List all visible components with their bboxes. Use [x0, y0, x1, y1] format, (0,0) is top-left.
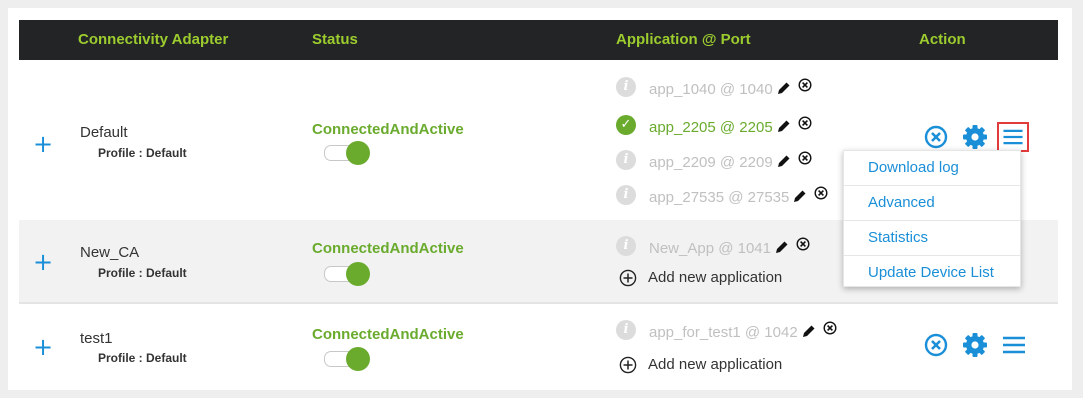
info-icon: i — [616, 77, 636, 97]
header-connectivity-adapter: Connectivity Adapter — [78, 31, 229, 48]
pencil-icon[interactable] — [775, 240, 789, 254]
row-actions — [924, 122, 1034, 153]
adapter-name: Default — [80, 124, 128, 141]
adapter-profile: Profile : Default — [98, 351, 187, 365]
pencil-icon[interactable] — [802, 324, 816, 338]
menu-item-advanced[interactable]: Advanced — [844, 186, 1020, 221]
status-toggle[interactable] — [324, 262, 372, 286]
application-label: app_27535 @ 27535 — [649, 189, 790, 206]
table-header: Connectivity Adapter Status Application … — [19, 20, 1058, 60]
adapter-name: New_CA — [80, 244, 140, 261]
status-toggle[interactable] — [324, 141, 372, 165]
application-label: app_1040 @ 1040 — [649, 81, 773, 98]
status-text: ConnectedAndActive — [312, 121, 464, 138]
header-action: Action — [919, 31, 966, 48]
hamburger-menu-icon[interactable] — [997, 122, 1029, 152]
add-circle-icon — [619, 269, 637, 287]
cancel-circle-icon[interactable] — [924, 125, 948, 149]
add-circle-icon — [619, 356, 637, 374]
check-circle-icon: ✓ — [616, 115, 636, 135]
info-icon: i — [616, 185, 636, 205]
cancel-circle-icon[interactable] — [924, 333, 948, 357]
gear-icon[interactable] — [962, 332, 988, 358]
table-row: + test1 Profile : Default ConnectedAndAc… — [19, 302, 1058, 390]
info-icon: i — [616, 320, 636, 340]
remove-circle-icon[interactable] — [798, 78, 812, 92]
row-actions — [924, 331, 1034, 361]
expand-row-plus-icon[interactable]: + — [33, 250, 53, 274]
info-icon: i — [616, 150, 636, 170]
header-application-port: Application @ Port — [616, 31, 751, 48]
pencil-icon[interactable] — [793, 189, 807, 203]
adapter-name: test1 — [80, 330, 113, 347]
application-label: app_2209 @ 2209 — [649, 154, 773, 171]
menu-item-update-device-list[interactable]: Update Device List — [844, 256, 1020, 290]
gear-icon[interactable] — [962, 124, 988, 150]
hamburger-menu-icon[interactable] — [999, 331, 1029, 359]
adapter-profile: Profile : Default — [98, 146, 187, 160]
application-label: New_App @ 1041 — [649, 240, 771, 257]
pencil-icon[interactable] — [777, 81, 791, 95]
add-application-label: Add new application — [648, 356, 783, 373]
header-status: Status — [312, 31, 358, 48]
expand-row-plus-icon[interactable]: + — [33, 132, 53, 156]
application-label: app_2205 @ 2205 — [649, 119, 773, 136]
menu-item-download-log[interactable]: Download log — [844, 151, 1020, 186]
status-text: ConnectedAndActive — [312, 326, 464, 343]
status-text: ConnectedAndActive — [312, 240, 464, 257]
add-application-label: Add new application — [648, 269, 783, 286]
remove-circle-icon[interactable] — [796, 237, 810, 251]
remove-circle-icon[interactable] — [814, 186, 828, 200]
toggle-knob — [346, 347, 370, 371]
menu-item-statistics[interactable]: Statistics — [844, 221, 1020, 256]
toggle-knob — [346, 262, 370, 286]
adapter-profile: Profile : Default — [98, 266, 187, 280]
remove-circle-icon[interactable] — [798, 116, 812, 130]
remove-circle-icon[interactable] — [823, 321, 837, 335]
pencil-icon[interactable] — [777, 119, 791, 133]
status-toggle[interactable] — [324, 347, 372, 371]
info-icon: i — [616, 236, 636, 256]
expand-row-plus-icon[interactable]: + — [33, 335, 53, 359]
pencil-icon[interactable] — [777, 154, 791, 168]
toggle-knob — [346, 141, 370, 165]
remove-circle-icon[interactable] — [798, 151, 812, 165]
action-dropdown-menu: Download log Advanced Statistics Update … — [843, 150, 1021, 287]
application-label: app_for_test1 @ 1042 — [649, 324, 798, 341]
